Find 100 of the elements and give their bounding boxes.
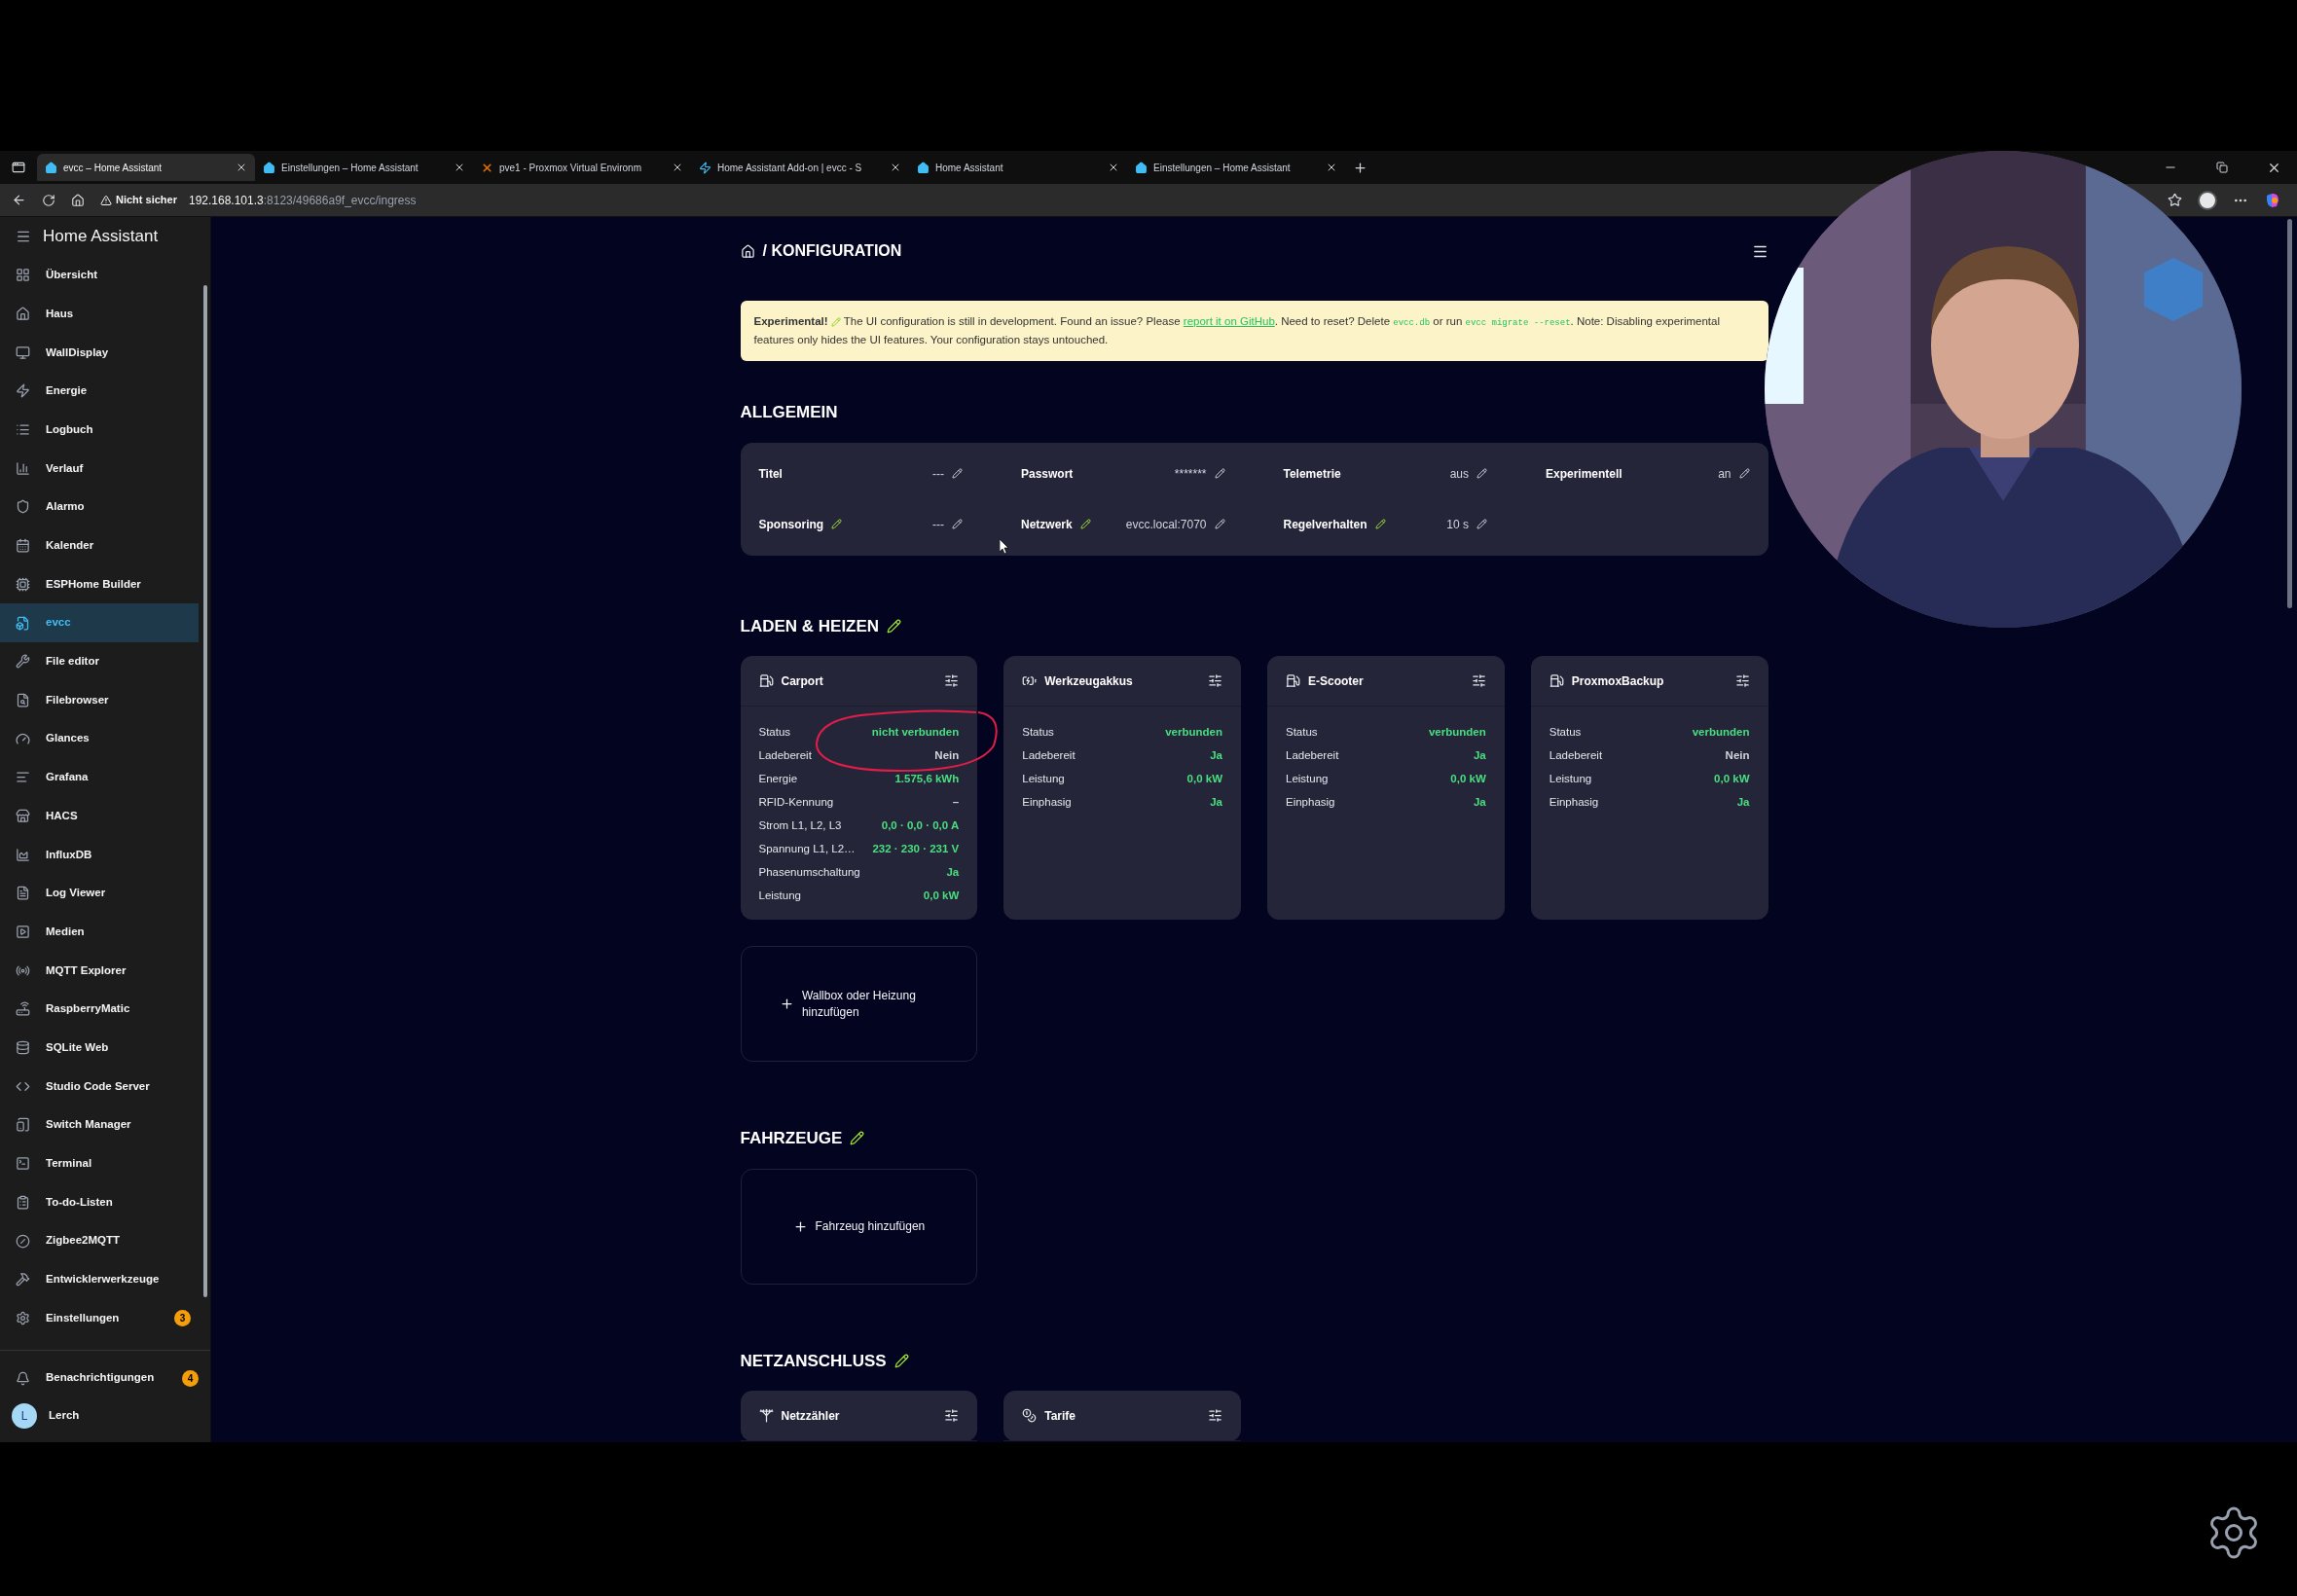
- profile-icon[interactable]: [2198, 190, 2217, 210]
- sidebar-item[interactable]: Einstellungen 3: [0, 1298, 199, 1338]
- sidebar-item[interactable]: Logbuch: [0, 410, 199, 450]
- sidebar-item[interactable]: Zigbee2MQTT: [0, 1221, 199, 1260]
- pencil-icon[interactable]: [1374, 519, 1386, 529]
- sidebar-item[interactable]: ESPHome Builder: [0, 564, 199, 604]
- row-label: Einphasig: [1549, 795, 1600, 811]
- device-card[interactable]: ProxmoxBackup Status verbunden Ladebereit Nein Leistung 0,0 kW Einphasig Ja: [1530, 656, 1768, 920]
- sidebar-item[interactable]: HACS: [0, 796, 199, 836]
- add-card[interactable]: Wallbox oder Heizung hinzufügen: [740, 946, 978, 1062]
- sidebar-item[interactable]: SQLite Web: [0, 1028, 199, 1068]
- sidebar-item[interactable]: Filebrowser: [0, 680, 199, 720]
- device-card[interactable]: Werkzeugakkus Status verbunden Ladebereit Ja Leistung 0,0 kW Einphasig Ja: [1003, 656, 1241, 920]
- close-icon[interactable]: [454, 162, 465, 173]
- edit-icon[interactable]: [1477, 468, 1487, 479]
- settings-icon[interactable]: [1208, 673, 1222, 688]
- browser-tab[interactable]: Home Assistant Add-on | evcc - S: [691, 154, 909, 181]
- back-icon[interactable]: [12, 193, 26, 207]
- sidebar-item[interactable]: Log Viewer: [0, 874, 199, 913]
- add-card[interactable]: Fahrzeug hinzufügen: [740, 1168, 978, 1285]
- security-warning[interactable]: Nicht sicher: [100, 192, 177, 208]
- settings-icon[interactable]: [1208, 1408, 1222, 1423]
- device-card[interactable]: Carport Status nicht verbunden Ladebereit Nein Energie 1.575,6 kWh RFID-Kennung – Strom L1, L2, L3 0,0 · 0,0 · 0,0 A Spannung L1, L2… 232 · 230 · 231 V Phasenumschaltung Ja Leistung 0,0 kW: [740, 656, 978, 920]
- sidebar-item[interactable]: Entwicklerwerkzeuge: [0, 1259, 199, 1299]
- scrollbar[interactable]: [203, 285, 207, 1297]
- close-icon[interactable]: [672, 162, 683, 173]
- browser-tab[interactable]: pve1 - Proxmox Virtual Environm: [473, 154, 691, 181]
- lightning-icon: [16, 383, 30, 399]
- home-icon[interactable]: [740, 243, 755, 259]
- row-label: Leistung: [758, 889, 802, 904]
- close-icon[interactable]: [1326, 162, 1337, 173]
- pencil-icon[interactable]: [850, 1131, 865, 1146]
- row-value: Ja: [1736, 795, 1750, 811]
- device-card[interactable]: Netzzähler: [740, 1391, 978, 1441]
- sidebar-item[interactable]: Switch Manager: [0, 1106, 199, 1144]
- edit-icon[interactable]: [952, 519, 963, 529]
- sidebar-item[interactable]: Medien: [0, 912, 199, 952]
- restore-icon[interactable]: [2216, 162, 2228, 173]
- edit-icon[interactable]: [952, 468, 963, 479]
- edit-icon[interactable]: [1214, 468, 1225, 479]
- close-icon[interactable]: [236, 162, 247, 173]
- browser-tab[interactable]: evcc – Home Assistant: [37, 154, 255, 181]
- browser-tab[interactable]: Home Assistant: [909, 154, 1127, 181]
- new-tab-icon[interactable]: [1353, 160, 1367, 175]
- edit-icon[interactable]: [1214, 519, 1225, 529]
- sidebar-item[interactable]: MQTT Explorer: [0, 951, 199, 991]
- user-item[interactable]: L Lerch: [0, 1397, 210, 1434]
- address-field[interactable]: 192.168.101.3:8123/49686a9f_evcc/ingress: [188, 191, 417, 209]
- reload-icon[interactable]: [42, 193, 55, 207]
- bell-icon: [16, 1370, 30, 1386]
- sidebar-item[interactable]: Übersicht: [0, 256, 199, 295]
- edit-icon[interactable]: [1477, 519, 1487, 529]
- row-value: verbunden: [1692, 725, 1750, 741]
- sidebar-item[interactable]: RaspberryMatic: [0, 990, 199, 1029]
- sidebar-item[interactable]: Grafana: [0, 757, 199, 797]
- row-label: RFID-Kennung: [758, 795, 835, 811]
- sidebar-item[interactable]: Terminal: [0, 1143, 199, 1183]
- utility-pole-icon: [758, 1408, 774, 1423]
- row-value: 0,0 · 0,0 · 0,0 A: [881, 818, 960, 834]
- sidebar-item[interactable]: Glances: [0, 719, 199, 758]
- device-card[interactable]: Tarife: [1003, 1391, 1241, 1441]
- sidebar-item[interactable]: To-do-Listen: [0, 1182, 199, 1222]
- scrollbar[interactable]: [2287, 219, 2292, 608]
- edit-icon[interactable]: [1738, 468, 1750, 479]
- settings-icon[interactable]: [944, 673, 960, 688]
- sidebar-item[interactable]: Verlauf: [0, 449, 199, 489]
- home-icon[interactable]: [71, 193, 85, 207]
- menu-icon[interactable]: [16, 229, 31, 244]
- window-icon[interactable]: [12, 161, 25, 174]
- sidebar-item[interactable]: Energie: [0, 372, 199, 411]
- copilot-icon[interactable]: [2264, 191, 2281, 209]
- sidebar-item[interactable]: Haus: [0, 294, 199, 334]
- tab-title: Home Assistant: [935, 161, 1003, 175]
- pencil-icon[interactable]: [887, 618, 902, 634]
- device-card[interactable]: E-Scooter Status verbunden Ladebereit Ja Leistung 0,0 kW Einphasig Ja: [1267, 656, 1505, 920]
- settings-icon[interactable]: [1734, 673, 1750, 688]
- browser-tab[interactable]: Einstellungen – Home Assistant: [1127, 154, 1345, 181]
- tab-title: evcc – Home Assistant: [63, 161, 163, 175]
- notifications-item[interactable]: Benachrichtigungen 4: [0, 1359, 210, 1397]
- sidebar-item[interactable]: Kalender: [0, 526, 199, 565]
- close-icon[interactable]: [1108, 162, 1119, 173]
- browser-tab[interactable]: Einstellungen – Home Assistant: [255, 154, 473, 181]
- favorite-icon[interactable]: [2168, 193, 2182, 207]
- sidebar-item[interactable]: Alarmo: [0, 488, 199, 526]
- sidebar-item[interactable]: File editor: [0, 641, 199, 681]
- sidebar-item[interactable]: evcc: [0, 603, 199, 642]
- row-label: Phasenumschaltung: [758, 865, 861, 881]
- settings-icon[interactable]: [944, 1408, 960, 1423]
- close-icon[interactable]: [890, 162, 901, 173]
- database-icon: [16, 1040, 30, 1056]
- sidebar-item[interactable]: InfluxDB: [0, 835, 199, 874]
- pencil-icon[interactable]: [1079, 519, 1091, 529]
- row-label: Status: [1022, 725, 1055, 741]
- sidebar-item[interactable]: Studio Code Server: [0, 1067, 199, 1106]
- charger-icon: [1549, 673, 1564, 688]
- pencil-icon[interactable]: [831, 519, 843, 529]
- grid-icon: [16, 268, 30, 283]
- pencil-icon[interactable]: [893, 1353, 909, 1368]
- settings-icon[interactable]: [1471, 673, 1486, 688]
- sidebar-item[interactable]: WallDisplay: [0, 333, 199, 373]
